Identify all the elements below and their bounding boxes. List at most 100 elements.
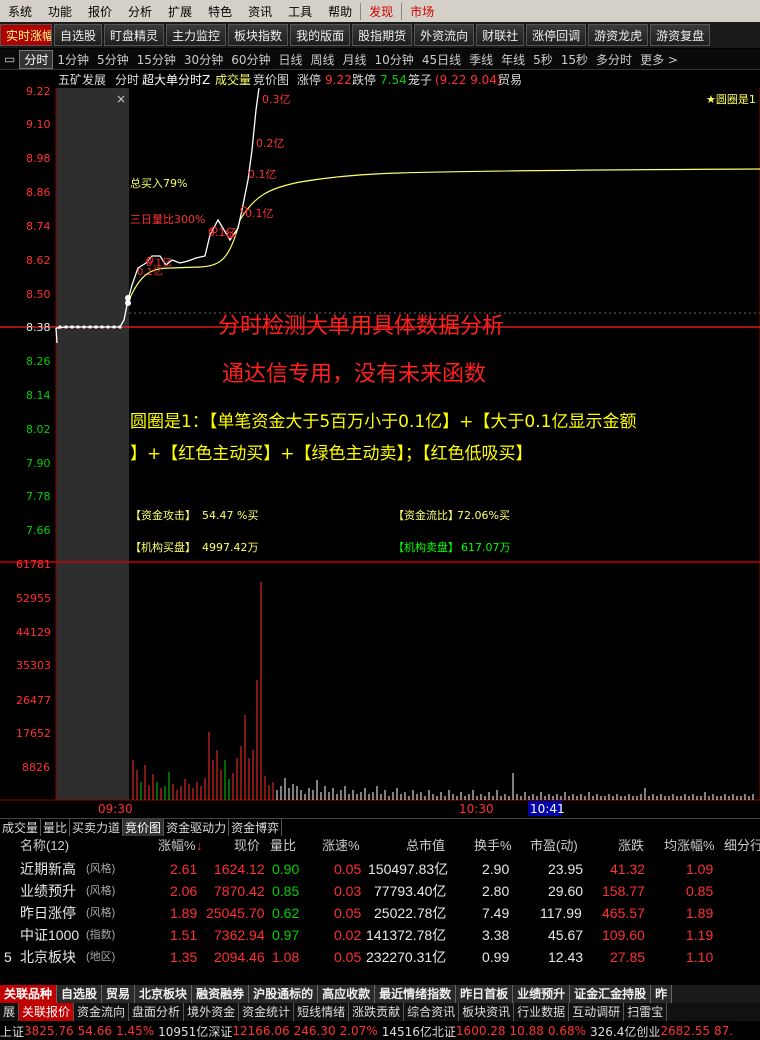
menu-system[interactable]: 系统 — [0, 3, 40, 20]
menu-discover[interactable]: 发现 — [360, 2, 401, 20]
tab-capital-game[interactable]: 资金博弈 — [229, 819, 283, 836]
table-row[interactable]: 5 北京板块 (地区) 1.35 2094.46 1.08 0.05 23227… — [0, 946, 760, 968]
period-1m[interactable]: 1分钟 — [53, 51, 93, 68]
row-rise: 41.32 — [610, 861, 646, 877]
group-tab-receivables[interactable]: 高应收款 — [318, 985, 376, 1003]
vol-tick: 26477 — [16, 694, 51, 707]
menu-quote[interactable]: 报价 — [80, 3, 120, 20]
col-avg-change[interactable]: 均涨幅% — [664, 836, 715, 856]
tab-vol-ratio[interactable]: 量比 — [41, 819, 71, 836]
tab-volume[interactable]: 成交量 — [0, 819, 42, 836]
col-detail[interactable]: 细分行 — [724, 836, 760, 856]
period-30m[interactable]: 30分钟 — [180, 51, 227, 68]
group-tab-watchlist[interactable]: 自选股 — [57, 985, 103, 1003]
group-tab-margin[interactable]: 融资融券 — [192, 985, 250, 1003]
period-45d[interactable]: 45日线 — [418, 51, 465, 68]
row-pe: 45.67 — [548, 927, 584, 943]
tab-auction[interactable]: 竞价图 — [123, 819, 165, 836]
period-intraday[interactable]: 分时 — [19, 49, 54, 69]
col-turnover[interactable]: 换手% — [474, 836, 512, 856]
tb-cls[interactable]: 财联社 — [476, 24, 525, 46]
pre-market-area — [56, 88, 129, 800]
info-tab-minesweeper[interactable]: 扫雷宝 — [624, 1003, 668, 1021]
layout-icon[interactable]: ▭ — [0, 52, 19, 66]
tb-limit-pullback[interactable]: 涨停回调 — [526, 24, 587, 46]
period-15s[interactable]: 15秒 — [557, 51, 592, 68]
menu-market[interactable]: 市场 — [401, 2, 442, 20]
menu-tools[interactable]: 工具 — [280, 3, 320, 20]
period-week[interactable]: 周线 — [307, 51, 339, 68]
group-tab-first-board[interactable]: 昨日首板 — [456, 985, 514, 1003]
period-15m[interactable]: 15分钟 — [133, 51, 180, 68]
group-tab-hk-connect[interactable]: 沪股通标的 — [249, 985, 319, 1003]
intraday-chart[interactable]: 五矿发展 分时 超大单分时Z 成交量 竞价图 涨停 9.22 跌停 7.54 笼… — [0, 70, 760, 818]
info-tab-capital-flow[interactable]: 资金流向 — [74, 1003, 130, 1021]
menu-extend[interactable]: 扩展 — [160, 3, 200, 20]
period-5m[interactable]: 5分钟 — [93, 51, 133, 68]
menu-function[interactable]: 功能 — [40, 3, 80, 20]
col-market-value[interactable]: 总市值 — [406, 836, 445, 856]
col-pe[interactable]: 市盈(动) — [530, 836, 578, 856]
close-icon[interactable]: × — [116, 92, 126, 106]
tab-capital-drive[interactable]: 资金驱动力 — [164, 819, 230, 836]
group-tab-sentiment[interactable]: 最近情绪指数 — [375, 985, 457, 1003]
group-tab-earnings[interactable]: 业绩预升 — [513, 985, 571, 1003]
col-speed[interactable]: 涨速% — [322, 836, 360, 856]
info-tab-sector-news[interactable]: 板块资讯 — [459, 1003, 515, 1021]
col-change[interactable]: 涨幅% — [158, 836, 196, 856]
group-tab-related[interactable]: 关联品种 — [0, 985, 58, 1003]
info-tab-news[interactable]: 综合资讯 — [404, 1003, 460, 1021]
tb-foreign-flow[interactable]: 外资流向 — [414, 24, 475, 46]
period-more[interactable]: 更多 > — [636, 51, 682, 68]
tb-my-layout[interactable]: 我的版面 — [290, 24, 351, 46]
col-name[interactable]: 名称(12) — [20, 836, 69, 856]
menu-analysis[interactable]: 分析 — [120, 3, 160, 20]
tb-review[interactable]: 游资复盘 — [650, 24, 711, 46]
info-tab-short-term[interactable]: 短线情绪 — [294, 1003, 350, 1021]
table-row[interactable]: 昨日涨停 (风格) 1.89 25045.70 0.62 0.05 25022.… — [0, 902, 760, 924]
row-price: 2094.46 — [214, 949, 265, 965]
tb-sector-index[interactable]: 板块指数 — [228, 24, 289, 46]
col-rise[interactable]: 涨跌 — [618, 836, 644, 856]
table-row[interactable]: 近期新高 (风格) 2.61 1624.12 0.90 0.05 150497.… — [0, 858, 760, 880]
table-row[interactable]: 中证1000 (指数) 1.51 7362.94 0.97 0.02 14137… — [0, 924, 760, 946]
group-tab-csf[interactable]: 证金汇金持股 — [570, 985, 652, 1003]
menu-feature[interactable]: 特色 — [200, 3, 240, 20]
info-tab-industry[interactable]: 行业数据 — [514, 1003, 570, 1021]
info-tab-research[interactable]: 互动调研 — [569, 1003, 625, 1021]
tb-monitor[interactable]: 盯盘精灵 — [104, 24, 165, 46]
info-tab-analysis[interactable]: 盘面分析 — [129, 1003, 185, 1021]
tab-buy-sell-force[interactable]: 买卖力道 — [70, 819, 124, 836]
tb-realtime[interactable]: 实时涨幅 — [0, 24, 52, 46]
group-tab-trade[interactable]: 贸易 — [102, 985, 136, 1003]
period-month[interactable]: 月线 — [339, 51, 371, 68]
info-tab-expand[interactable]: 展 — [0, 1003, 20, 1021]
group-tab-beijing[interactable]: 北京板块 — [135, 985, 193, 1003]
row-change: 1.51 — [170, 927, 198, 943]
period-day[interactable]: 日线 — [274, 51, 306, 68]
period-quarter[interactable]: 季线 — [465, 51, 497, 68]
period-year[interactable]: 年线 — [497, 51, 529, 68]
tb-watchlist[interactable]: 自选股 — [54, 24, 103, 46]
tb-futures[interactable]: 股指期货 — [352, 24, 413, 46]
row-price: 7362.94 — [214, 927, 265, 943]
sz-pct: 2.07% — [339, 1024, 378, 1038]
group-tab-more[interactable]: 昨 — [651, 985, 673, 1003]
menu-info[interactable]: 资讯 — [240, 3, 280, 20]
period-5s[interactable]: 5秒 — [529, 51, 557, 68]
col-price[interactable]: 现价 — [234, 836, 260, 856]
menu-help[interactable]: 帮助 — [320, 3, 360, 20]
tb-hot-money[interactable]: 游资龙虎 — [588, 24, 649, 46]
info-tab-related-quote[interactable]: 关联报价 — [19, 1003, 75, 1021]
info-tab-foreign[interactable]: 境外资金 — [184, 1003, 240, 1021]
tb-main-force[interactable]: 主力监控 — [166, 24, 227, 46]
period-60m[interactable]: 60分钟 — [227, 51, 274, 68]
info-tab-contribution[interactable]: 涨跌贡献 — [349, 1003, 405, 1021]
period-10m[interactable]: 10分钟 — [371, 51, 418, 68]
table-row[interactable]: 业绩预升 (风格) 2.06 7870.42 0.85 0.03 77793.4… — [0, 880, 760, 902]
col-vol-ratio[interactable]: 量比 — [270, 836, 296, 856]
row-name: 昨日涨停 — [20, 905, 76, 921]
chart-indicator[interactable]: 超大单分时Z — [142, 72, 210, 87]
period-multi[interactable]: 多分时 — [592, 51, 636, 68]
info-tab-stats[interactable]: 资金统计 — [239, 1003, 295, 1021]
